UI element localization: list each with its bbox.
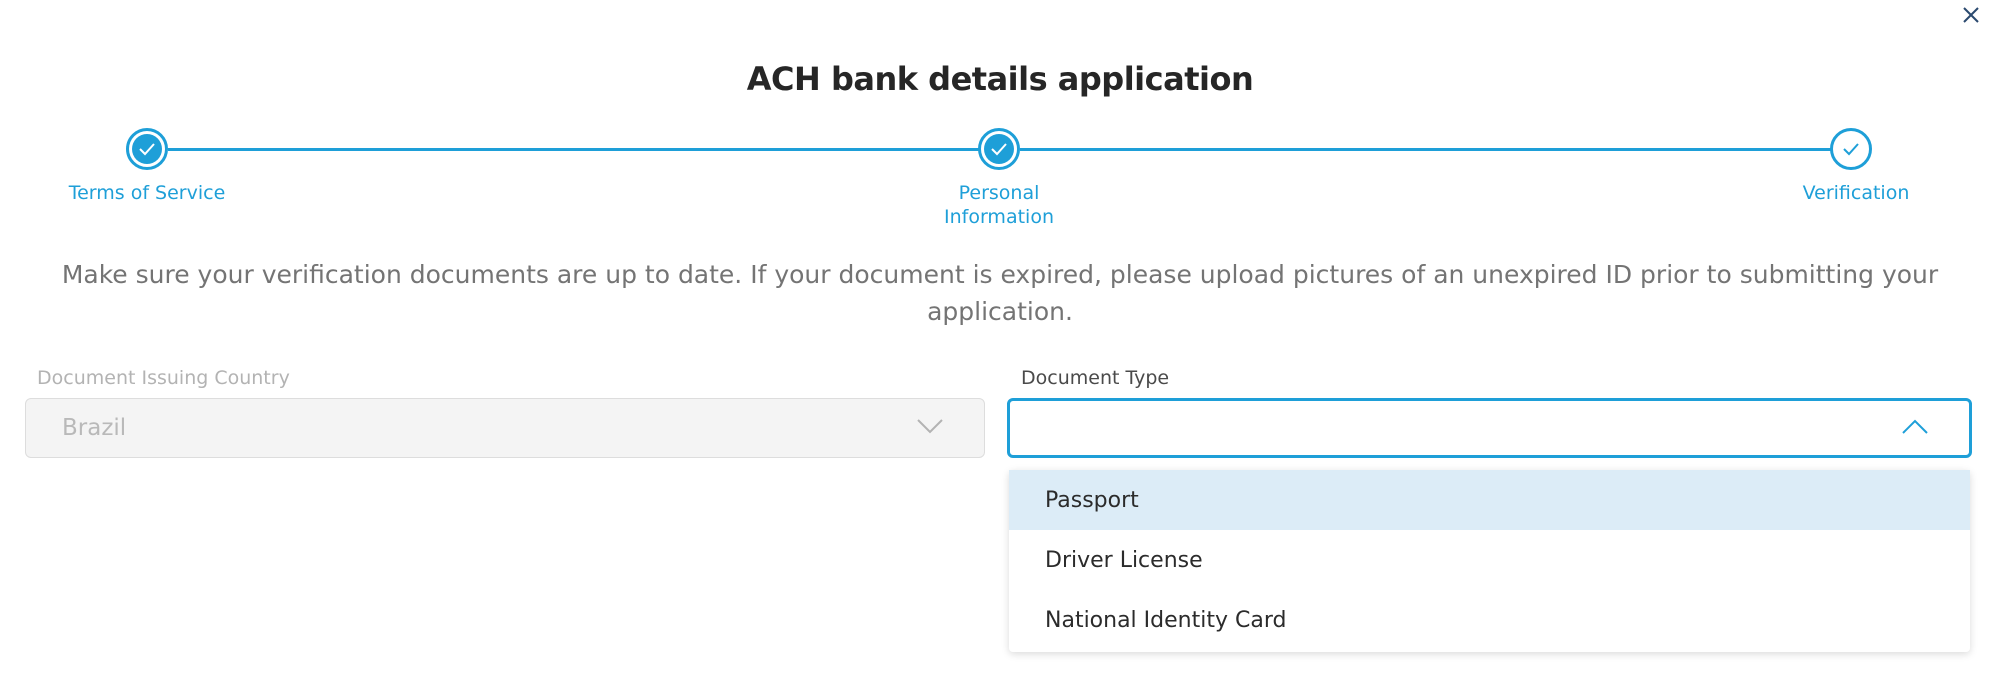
checkmark-icon bbox=[139, 143, 155, 156]
step-label-verification: Verification bbox=[1802, 182, 1910, 204]
step-personal-information-indicator bbox=[978, 128, 1020, 170]
step-label-terms-of-service: Terms of Service bbox=[68, 182, 226, 204]
step-terms-of-service-indicator bbox=[126, 128, 168, 170]
stepper-line bbox=[1020, 148, 1832, 151]
stepper-line bbox=[168, 148, 980, 151]
verification-notice: Make sure your verification documents ar… bbox=[61, 260, 1939, 326]
checkmark-icon bbox=[991, 143, 1007, 156]
step-label-personal-information: Personal Information bbox=[944, 182, 1054, 228]
selected-country-value: Brazil bbox=[62, 415, 127, 441]
option-national-identity-card[interactable]: National Identity Card bbox=[1009, 590, 1970, 650]
checkmark-icon bbox=[1843, 143, 1859, 156]
chevron-up-icon bbox=[1902, 419, 1928, 434]
step-verification-indicator bbox=[1830, 128, 1872, 170]
option-passport[interactable]: Passport bbox=[1009, 470, 1970, 530]
chevron-down-icon bbox=[917, 419, 943, 434]
document-issuing-country-select: Brazil bbox=[25, 398, 985, 458]
document-issuing-country-label: Document Issuing Country bbox=[37, 367, 290, 389]
document-type-select[interactable] bbox=[1007, 398, 1972, 458]
progress-stepper: Terms of Service Personal Information Ve… bbox=[0, 0, 2000, 240]
option-driver-license[interactable]: Driver License bbox=[1009, 530, 1970, 590]
document-type-dropdown-menu: Passport Driver License National Identit… bbox=[1009, 470, 1970, 652]
document-type-label: Document Type bbox=[1021, 367, 1170, 389]
